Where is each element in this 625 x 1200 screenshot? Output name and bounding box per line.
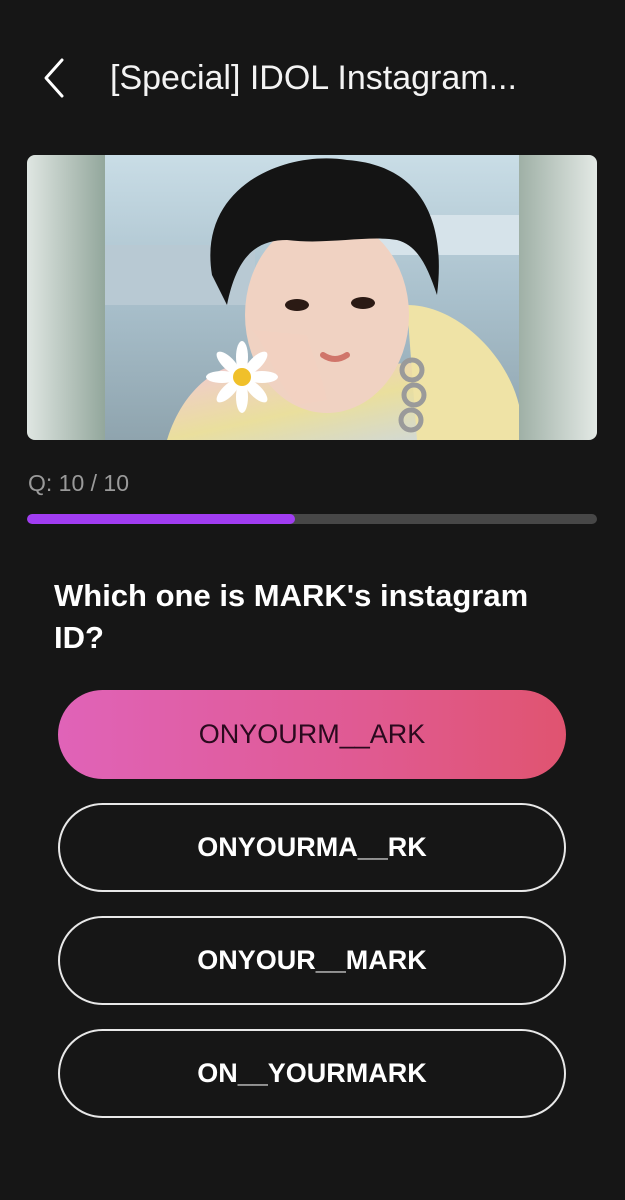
progress-bar-fill — [27, 514, 295, 524]
answer-options: ONYOURM__ARK ONYOURMA__RK ONYOUR__MARK O… — [58, 690, 566, 1142]
quiz-image — [27, 155, 597, 440]
back-button[interactable] — [34, 56, 78, 100]
answer-option-3[interactable]: ONYOUR__MARK — [58, 916, 566, 1005]
answer-option-4[interactable]: ON__YOURMARK — [58, 1029, 566, 1118]
chevron-left-icon — [44, 58, 64, 98]
app-header: [Special] IDOL Instagram... — [0, 40, 625, 116]
progress-bar — [27, 514, 597, 524]
question-text: Which one is MARK's instagram ID? — [54, 578, 529, 655]
page-title: [Special] IDOL Instagram... — [110, 59, 517, 97]
answer-option-1[interactable]: ONYOURM__ARK — [58, 690, 566, 779]
answer-option-2[interactable]: ONYOURMA__RK — [58, 803, 566, 892]
question-counter: Q: 10 / 10 — [28, 470, 130, 496]
